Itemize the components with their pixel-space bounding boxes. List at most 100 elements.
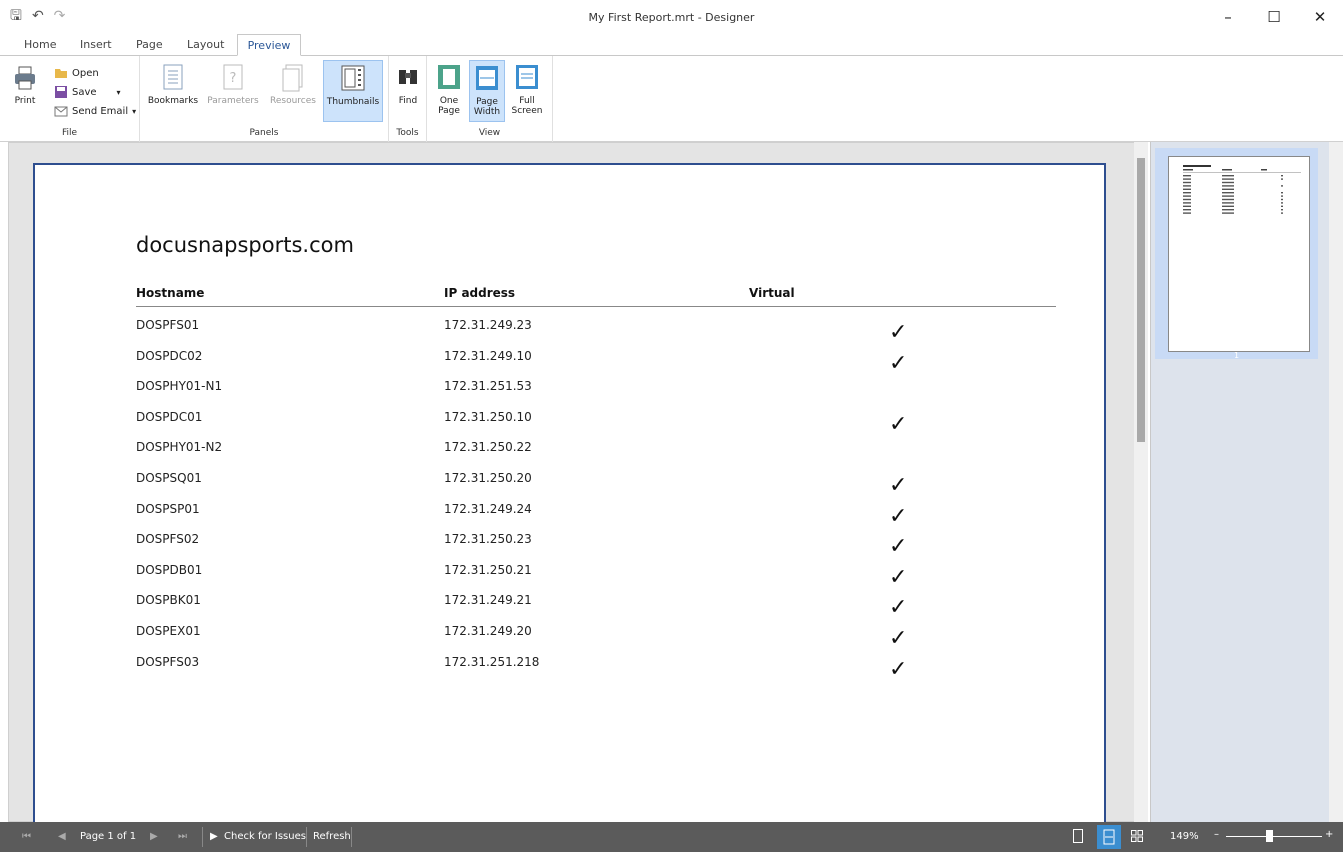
virtual-check-icon: ✓ (889, 595, 908, 620)
first-page-icon[interactable]: ⏮ (22, 831, 31, 842)
bookmarks-button[interactable]: Bookmarks (146, 60, 200, 122)
preview-workspace[interactable]: docusnapsports.com Hostname IP address V… (8, 142, 1148, 823)
ip-address-cell: 172.31.249.20 (444, 624, 532, 638)
page-width-icon (476, 66, 498, 90)
page-width-button[interactable]: Page Width (469, 60, 505, 122)
tab-layout[interactable]: Layout (181, 34, 230, 56)
open-label: Open (72, 67, 99, 79)
tab-insert[interactable]: Insert (74, 34, 118, 56)
bookmarks-icon (163, 64, 183, 90)
title-bar: 🖫 ↶ ↷ My First Report.mrt - Designer – ☐… (0, 0, 1343, 34)
hostname-cell: DOSPSQ01 (136, 471, 202, 485)
one-page-label-1: One (439, 96, 459, 106)
zoom-slider-thumb[interactable] (1266, 830, 1273, 842)
refresh-button[interactable]: Refresh (313, 831, 351, 842)
find-label: Find (398, 96, 418, 106)
tools-group-label: Tools (396, 128, 419, 138)
full-screen-button[interactable]: Full Screen (507, 60, 547, 122)
hostname-cell: DOSPFS02 (136, 532, 200, 546)
floppy-icon (55, 86, 67, 98)
chevron-down-icon: ▾ (132, 106, 137, 116)
panels-group-label: Panels (249, 128, 279, 138)
next-page-icon[interactable]: ▶ (150, 831, 158, 842)
close-button[interactable]: ✕ (1297, 0, 1343, 34)
ip-address-cell: 172.31.249.23 (444, 318, 532, 332)
send-email-button[interactable]: Send Email ▾ (54, 102, 136, 120)
tab-preview[interactable]: Preview (237, 34, 301, 56)
ip-address-cell: 172.31.250.20 (444, 471, 532, 485)
virtual-check-icon: ✓ (889, 473, 908, 498)
check-for-issues-button[interactable]: Check for Issues (224, 831, 306, 842)
ip-address-cell: 172.31.249.10 (444, 349, 532, 363)
hostname-cell: DOSPFS01 (136, 318, 200, 332)
zoom-level: 149% (1170, 831, 1199, 842)
file-group: Print Open Save ▾ Send Email ▾ File (0, 56, 140, 142)
previous-page-icon[interactable]: ◀ (58, 831, 66, 842)
tools-group: Find Tools (389, 56, 427, 142)
thumbnail-item[interactable]: 1 (1155, 148, 1318, 360)
tab-page[interactable]: Page (130, 34, 169, 56)
zoom-in-button[interactable]: + (1325, 829, 1333, 840)
hostname-cell: DOSPDC02 (136, 349, 203, 363)
last-page-icon[interactable]: ⏭ (178, 831, 187, 842)
virtual-check-icon: ✓ (889, 534, 908, 559)
tab-home[interactable]: Home (18, 34, 62, 56)
bookmarks-label: Bookmarks (147, 96, 199, 106)
view-group: One Page Page Width Full Screen View (427, 56, 553, 142)
save-button[interactable]: Save ▾ (54, 83, 121, 101)
page-indicator: Page 1 of 1 (80, 831, 137, 842)
thumbnail-page-number: 1 (1233, 351, 1240, 360)
virtual-check-icon: ✓ (889, 565, 908, 590)
ip-address-cell: 172.31.250.23 (444, 532, 532, 546)
one-page-icon (438, 65, 460, 89)
ribbon-tabs: Home Insert Page Layout Preview (0, 34, 1343, 56)
panels-group: Bookmarks ? Parameters Resources Thumbna… (140, 56, 389, 142)
status-bar: ⏮ ◀ Page 1 of 1 ▶ ⏭ ▶ Check for Issues R… (0, 822, 1343, 852)
page-width-view-icon[interactable] (1097, 825, 1121, 849)
virtual-check-icon: ✓ (889, 504, 908, 529)
ip-address-cell: 172.31.250.22 (444, 440, 532, 454)
parameters-icon: ? (223, 64, 243, 90)
header-divider (136, 306, 1056, 307)
page-width-label-2: Width (473, 107, 501, 117)
multi-page-view-icon[interactable] (1131, 830, 1143, 845)
preview-scrollbar-thumb[interactable] (1137, 158, 1145, 442)
binoculars-icon (399, 70, 417, 84)
svg-text:?: ? (230, 71, 237, 86)
parameters-button[interactable]: ? Parameters (206, 60, 260, 122)
ip-address-cell: 172.31.251.218 (444, 655, 540, 669)
hostname-cell: DOSPDB01 (136, 563, 203, 577)
file-group-label: File (61, 128, 78, 138)
hostname-cell: DOSPBK01 (136, 593, 201, 607)
thumbnail-page-preview (1168, 156, 1310, 352)
email-icon (54, 106, 68, 117)
window-title: My First Report.mrt - Designer (588, 11, 755, 24)
thumbnails-button[interactable]: Thumbnails (323, 60, 383, 122)
single-page-view-icon[interactable] (1073, 829, 1083, 846)
one-page-button[interactable]: One Page (431, 60, 467, 122)
zoom-out-button[interactable]: – (1214, 829, 1219, 840)
thumbnails-scrollbar[interactable] (1329, 142, 1343, 822)
save-label: Save (72, 86, 97, 98)
print-button[interactable]: Print (8, 60, 42, 122)
resources-button[interactable]: Resources (266, 60, 320, 122)
preview-scrollbar[interactable] (1134, 142, 1148, 822)
hostname-cell: DOSPHY01-N2 (136, 440, 223, 454)
column-header-hostname: Hostname (136, 286, 205, 300)
designer-window: 🖫 ↶ ↷ My First Report.mrt - Designer – ☐… (0, 0, 1343, 852)
column-header-virtual: Virtual (749, 286, 795, 300)
virtual-check-icon: ✓ (889, 657, 908, 682)
full-screen-label-2: Screen (511, 106, 543, 116)
hostname-cell: DOSPHY01-N1 (136, 379, 223, 393)
zoom-slider-track[interactable] (1226, 836, 1322, 837)
virtual-check-icon: ✓ (889, 626, 908, 651)
minimize-button[interactable]: – (1205, 0, 1251, 34)
maximize-button[interactable]: ☐ (1251, 0, 1297, 34)
find-button[interactable]: Find (392, 60, 424, 122)
open-button[interactable]: Open (54, 64, 99, 82)
hostname-cell: DOSPSP01 (136, 502, 200, 516)
thumbnails-panel: 1 (1150, 142, 1343, 822)
ip-address-cell: 172.31.249.21 (444, 593, 532, 607)
send-email-label: Send Email (72, 105, 129, 117)
virtual-check-icon: ✓ (889, 351, 908, 376)
